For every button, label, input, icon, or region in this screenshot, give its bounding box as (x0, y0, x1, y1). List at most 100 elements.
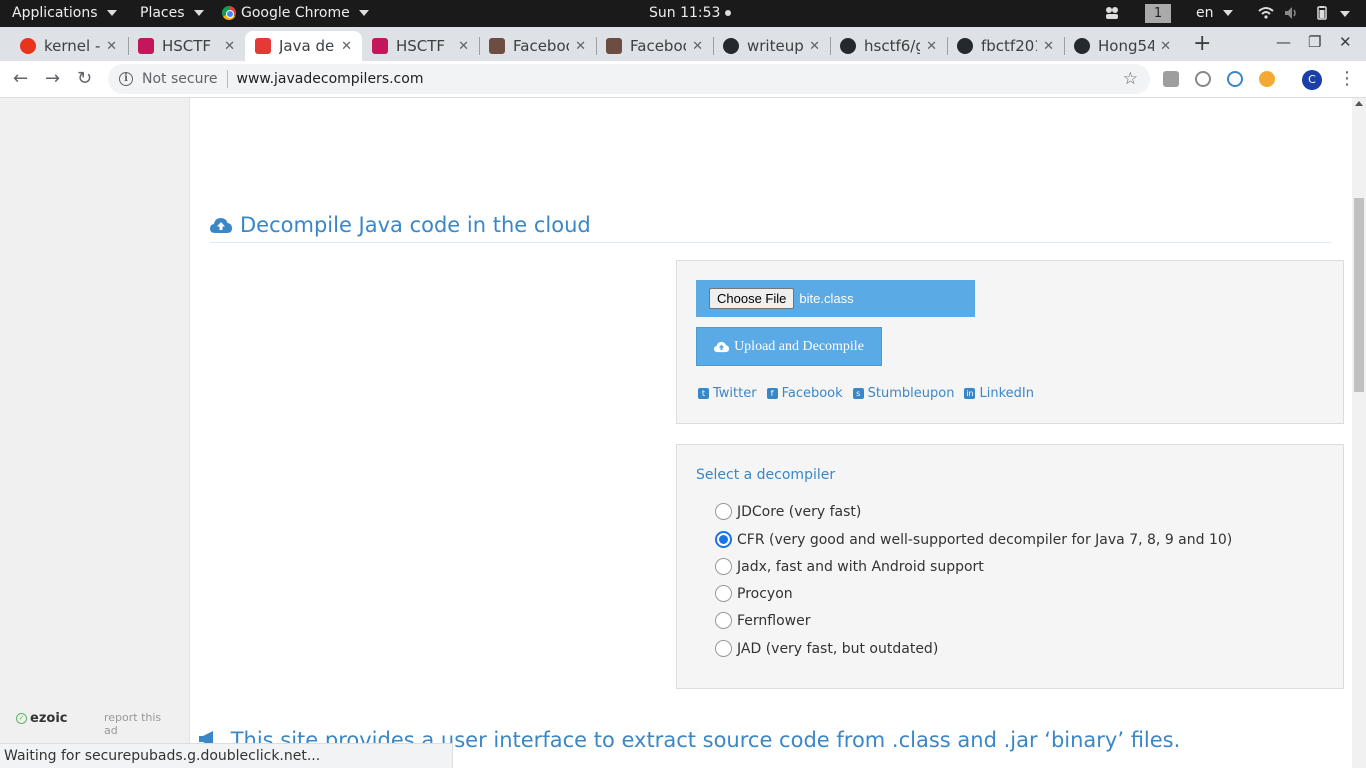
tab-label: Faceboo (630, 37, 687, 55)
file-input[interactable]: Choose File bite.class (696, 280, 975, 317)
applications-label: Applications (12, 5, 98, 21)
minimize-icon[interactable]: — (1276, 33, 1291, 51)
close-window-icon[interactable]: ✕ (1339, 33, 1352, 51)
social-links: t Twitter f Facebook s Stumbleupon in Li… (698, 386, 1034, 401)
tab-github-hsctf6[interactable]: hsctf6/g ✕ (830, 31, 947, 61)
bookmark-star-icon[interactable]: ☆ (1123, 69, 1138, 89)
decompiler-option-fernflower[interactable]: Fernflower (715, 612, 811, 629)
language-menu[interactable]: en (1196, 5, 1233, 21)
volume-icon[interactable] (1284, 6, 1300, 20)
browser-menu-icon[interactable]: ⋮ (1338, 68, 1356, 89)
radio-button[interactable] (715, 585, 732, 602)
upload-and-decompile-button[interactable]: Upload and Decompile (696, 327, 882, 366)
page-scrollbar[interactable] (1352, 98, 1366, 768)
facebook-link[interactable]: f Facebook (766, 386, 843, 401)
back-icon[interactable]: ← (13, 68, 28, 89)
restore-icon[interactable]: ❐ (1308, 33, 1321, 51)
twitter-link[interactable]: t Twitter (698, 386, 757, 401)
upload-button-label: Upload and Decompile (734, 338, 864, 354)
hsctf-icon (372, 38, 388, 54)
facebook-ctf-icon (606, 38, 622, 54)
battery-icon[interactable] (1314, 6, 1330, 20)
close-icon[interactable]: ✕ (1160, 39, 1171, 54)
close-icon[interactable]: ✕ (341, 39, 352, 54)
report-ad-link[interactable]: report this ad (104, 711, 176, 737)
system-top-bar: Applications Places Google Chrome Sun 11… (0, 0, 1366, 27)
tab-hsctf-2[interactable]: HSCTF ✕ (362, 31, 479, 61)
info-icon[interactable]: i (119, 72, 133, 86)
radio-button[interactable] (715, 612, 732, 629)
close-icon[interactable]: ✕ (575, 39, 586, 54)
linkedin-link[interactable]: in LinkedIn (964, 386, 1034, 401)
language-label: en (1196, 5, 1214, 21)
tab-label: hsctf6/g (864, 37, 921, 55)
ezoic-logo[interactable]: ✓ ezoic (16, 711, 67, 726)
github-icon (957, 38, 973, 54)
cookie-extension-icon[interactable] (1259, 71, 1275, 87)
forward-icon[interactable]: → (45, 68, 60, 89)
tab-label: Hong54 (1098, 37, 1155, 55)
close-icon[interactable]: ✕ (458, 39, 469, 54)
cloud-upload-icon (210, 217, 232, 233)
radio-button[interactable] (715, 640, 732, 657)
javadecompilers-icon (255, 38, 271, 54)
decompiler-option-jad[interactable]: JAD (very fast, but outdated) (715, 640, 938, 657)
tab-facebook-ctf[interactable]: Faceboo ✕ (479, 31, 596, 61)
stumbleupon-label: Stumbleupon (867, 386, 955, 401)
extensions-tray-icon[interactable] (1104, 6, 1120, 20)
close-icon[interactable]: ✕ (1043, 39, 1054, 54)
tab-github-writeup[interactable]: writeup ✕ (713, 31, 830, 61)
tab-facebook-ctf-2[interactable]: Faceboo ✕ (596, 31, 713, 61)
extension-icon[interactable] (1163, 71, 1179, 87)
applications-menu[interactable]: Applications (12, 5, 117, 21)
app-name-label: Google Chrome (241, 5, 350, 21)
extension-gear-icon[interactable] (1195, 71, 1211, 87)
decompiler-option-jadx[interactable]: Jadx, fast and with Android support (715, 558, 984, 575)
cloud-upload-icon (714, 341, 730, 352)
tab-github-fbctf[interactable]: fbctf201 ✕ (947, 31, 1064, 61)
app-menu[interactable]: Google Chrome (222, 5, 369, 21)
tab-strip: kernel - ✕ HSCTF ✕ Java de ✕ HSCTF ✕ Fac… (0, 27, 1366, 61)
extension-blue-icon[interactable] (1227, 71, 1243, 87)
tab-github-hong54[interactable]: Hong54 ✕ (1064, 31, 1181, 61)
tab-label: fbctf201 (981, 37, 1037, 55)
close-icon[interactable]: ✕ (224, 39, 235, 54)
close-icon[interactable]: ✕ (809, 39, 820, 54)
places-label: Places (140, 5, 185, 21)
radio-button[interactable] (715, 558, 732, 575)
omnibox-divider (226, 70, 228, 88)
decompiler-option-label: Procyon (737, 585, 793, 602)
reload-icon[interactable]: ↻ (77, 68, 92, 89)
hsctf-icon (138, 38, 154, 54)
security-label: Not secure (142, 71, 218, 87)
scrollbar-thumb[interactable] (1354, 198, 1364, 392)
tab-java-decompilers[interactable]: Java de ✕ (245, 31, 362, 61)
places-menu[interactable]: Places (140, 5, 204, 21)
facebook-label: Facebook (781, 386, 843, 401)
scroll-up-icon[interactable] (1355, 101, 1363, 106)
wifi-icon[interactable] (1258, 6, 1274, 20)
tab-hsctf[interactable]: HSCTF ✕ (128, 31, 245, 61)
clock[interactable]: Sun 11:53 (649, 5, 732, 21)
close-icon[interactable]: ✕ (926, 39, 937, 54)
close-icon[interactable]: ✕ (106, 39, 117, 54)
decompiler-option-cfr[interactable]: CFR (very good and well-supported decomp… (715, 531, 1232, 548)
address-bar[interactable]: i Not secure www.javadecompilers.com ☆ (108, 64, 1150, 94)
profile-avatar[interactable]: C (1302, 70, 1322, 90)
decompiler-option-jdcore[interactable]: JDCore (very fast) (715, 503, 861, 520)
radio-button[interactable] (715, 503, 732, 520)
tab-label: HSCTF (162, 37, 212, 55)
choose-file-button[interactable]: Choose File (709, 288, 795, 309)
new-tab-icon[interactable]: + (1193, 31, 1211, 56)
close-icon[interactable]: ✕ (692, 39, 703, 54)
workspace-indicator[interactable]: 1 (1145, 4, 1171, 23)
decompiler-panel-title: Select a decompiler (696, 467, 836, 483)
url-text[interactable]: www.javadecompilers.com (237, 71, 424, 87)
decompiler-option-procyon[interactable]: Procyon (715, 585, 793, 602)
radio-button-selected[interactable] (715, 531, 732, 548)
divider (210, 242, 1331, 243)
tab-label: kernel - (44, 37, 101, 55)
system-menu-chevron-icon[interactable] (1340, 11, 1350, 17)
stumbleupon-link[interactable]: s Stumbleupon (852, 386, 955, 401)
tab-kernel[interactable]: kernel - ✕ (10, 31, 127, 61)
